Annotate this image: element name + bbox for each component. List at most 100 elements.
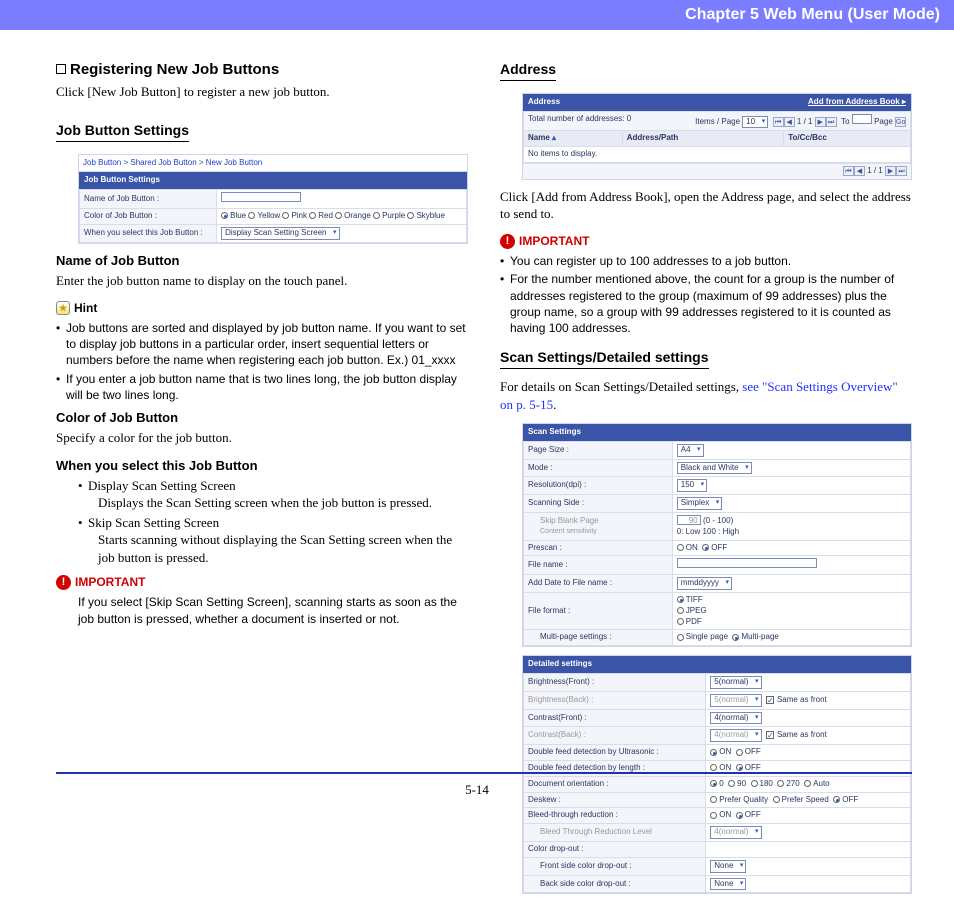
address-screenshot: AddressAdd from Address Book ▸ Total num… [522, 93, 912, 180]
name-heading: Name of Job Button [56, 252, 468, 270]
scan-settings-screenshot: Scan Settings Page Size :A4 Mode :Black … [522, 423, 912, 647]
to-page-input[interactable] [852, 114, 872, 124]
radio-icon[interactable] [702, 544, 709, 551]
go-button[interactable]: Go [895, 117, 906, 127]
hint-icon: ★ [56, 301, 70, 315]
row-label: Color of Job Button : [80, 209, 217, 225]
resolution-select[interactable]: 150 [677, 479, 707, 492]
radio-icon[interactable] [309, 212, 316, 219]
radio-icon[interactable] [677, 596, 684, 603]
panel-title: AddressAdd from Address Book ▸ [523, 94, 911, 111]
brightness-front-select[interactable]: 5(normal) [710, 676, 761, 689]
when-heading: When you select this Job Button [56, 457, 468, 475]
pager-first-icon[interactable]: ⏮ [843, 166, 854, 176]
col-name[interactable]: Name ▴ [524, 131, 623, 147]
footer-divider [56, 772, 912, 774]
section-bullet-icon [56, 64, 66, 74]
important-item: For the number mentioned above, the coun… [500, 271, 912, 336]
hint-heading: ★ Hint [56, 300, 468, 316]
panel-title: Scan Settings [523, 424, 911, 441]
job-button-settings-screenshot: Job Button > Shared Job Button > New Job… [78, 154, 468, 244]
items-per-page-select[interactable]: 10 [742, 116, 768, 129]
panel-title: Job Button Settings [79, 172, 467, 189]
important-icon: ! [500, 234, 515, 249]
address-heading: Address [500, 60, 556, 81]
empty-row: No items to display. [524, 147, 911, 163]
contrast-back-select: 4(normal) [710, 729, 761, 742]
back-dropout-select[interactable]: None [710, 878, 746, 891]
section-title: Registering New Job Buttons [56, 60, 468, 80]
when-item-desc: Displays the Scan Setting screen when th… [98, 494, 468, 512]
add-from-address-book-link[interactable]: Add from Address Book ▸ [808, 97, 906, 108]
page-number: 5-14 [0, 782, 954, 798]
front-dropout-select[interactable]: None [710, 860, 746, 873]
important-heading: ! IMPORTANT [500, 233, 912, 249]
mode-select[interactable]: Black and White [677, 462, 752, 475]
col-tocc[interactable]: To/Cc/Bcc [784, 131, 911, 147]
radio-icon[interactable] [373, 212, 380, 219]
pager-last-icon[interactable]: ⏭ [826, 117, 837, 127]
radio-icon[interactable] [710, 764, 717, 771]
when-item: Skip Scan Setting Screen Starts scanning… [78, 514, 468, 567]
important-text: If you select [Skip Scan Setting Screen]… [78, 594, 468, 626]
important-heading: ! IMPORTANT [56, 574, 468, 590]
radio-icon[interactable] [736, 749, 743, 756]
section-intro: Click [New Job Button] to register a new… [56, 83, 468, 101]
pager-first-icon[interactable]: ⏮ [773, 117, 784, 127]
filename-input[interactable] [677, 558, 817, 568]
panel-title: Detailed settings [523, 656, 911, 673]
scan-settings-heading: Scan Settings/Detailed settings [500, 348, 709, 369]
col-address[interactable]: Address/Path [622, 131, 783, 147]
radio-icon[interactable] [282, 212, 289, 219]
radio-icon[interactable] [736, 764, 743, 771]
color-options[interactable]: Blue Yellow Pink Red Orange Purple Skybl… [217, 209, 467, 225]
important-icon: ! [56, 575, 71, 590]
pager-next-icon[interactable]: ▶ [815, 117, 826, 127]
adddate-select[interactable]: mmddyyyy [677, 577, 732, 590]
sensitivity-input: 90 [677, 515, 701, 525]
job-button-settings-heading: Job Button Settings [56, 121, 189, 142]
scan-settings-desc: For details on Scan Settings/Detailed se… [500, 378, 912, 413]
when-select[interactable]: Display Scan Setting Screen [221, 227, 339, 240]
bt-level-select: 4(normal) [710, 826, 761, 839]
pager-last-icon[interactable]: ⏭ [896, 166, 907, 176]
pager-next-icon[interactable]: ▶ [885, 166, 896, 176]
pagesize-select[interactable]: A4 [677, 444, 704, 457]
radio-icon[interactable] [407, 212, 414, 219]
radio-icon[interactable] [221, 212, 228, 219]
name-input[interactable] [221, 192, 301, 202]
hint-item: Job buttons are sorted and displayed by … [56, 320, 468, 369]
radio-icon[interactable] [677, 607, 684, 614]
radio-icon[interactable] [677, 618, 684, 625]
detailed-settings-screenshot: Detailed settings Brightness(Front) :5(n… [522, 655, 912, 894]
same-as-front-checkbox[interactable] [766, 731, 774, 739]
when-item-desc: Starts scanning without displaying the S… [98, 531, 468, 566]
side-select[interactable]: Simplex [677, 497, 722, 510]
pager-prev-icon[interactable]: ◀ [784, 117, 795, 127]
same-as-front-checkbox[interactable] [766, 696, 774, 704]
chapter-header: Chapter 5 Web Menu (User Mode) [0, 0, 954, 30]
right-column: Address AddressAdd from Address Book ▸ T… [500, 60, 912, 902]
when-list: Display Scan Setting Screen Displays the… [78, 477, 468, 567]
radio-icon[interactable] [710, 749, 717, 756]
radio-icon[interactable] [677, 544, 684, 551]
brightness-back-select: 5(normal) [710, 694, 761, 707]
pager-prev-icon[interactable]: ◀ [854, 166, 865, 176]
row-label: When you select this Job Button : [80, 224, 217, 242]
contrast-front-select[interactable]: 4(normal) [710, 712, 761, 725]
left-column: Registering New Job Buttons Click [New J… [56, 60, 468, 902]
color-desc: Specify a color for the job button. [56, 429, 468, 447]
color-heading: Color of Job Button [56, 409, 468, 427]
hint-item: If you enter a job button name that is t… [56, 371, 468, 403]
important-item: You can register up to 100 addresses to … [500, 253, 912, 269]
radio-icon[interactable] [335, 212, 342, 219]
name-desc: Enter the job button name to display on … [56, 272, 468, 290]
row-label: Name of Job Button : [80, 190, 217, 209]
total-addresses: Total number of addresses: 0 [528, 114, 631, 123]
hint-list: Job buttons are sorted and displayed by … [56, 320, 468, 403]
when-item: Display Scan Setting Screen Displays the… [78, 477, 468, 512]
breadcrumb: Job Button > Shared Job Button > New Job… [79, 155, 467, 173]
radio-icon[interactable] [677, 634, 684, 641]
radio-icon[interactable] [732, 634, 739, 641]
radio-icon[interactable] [248, 212, 255, 219]
